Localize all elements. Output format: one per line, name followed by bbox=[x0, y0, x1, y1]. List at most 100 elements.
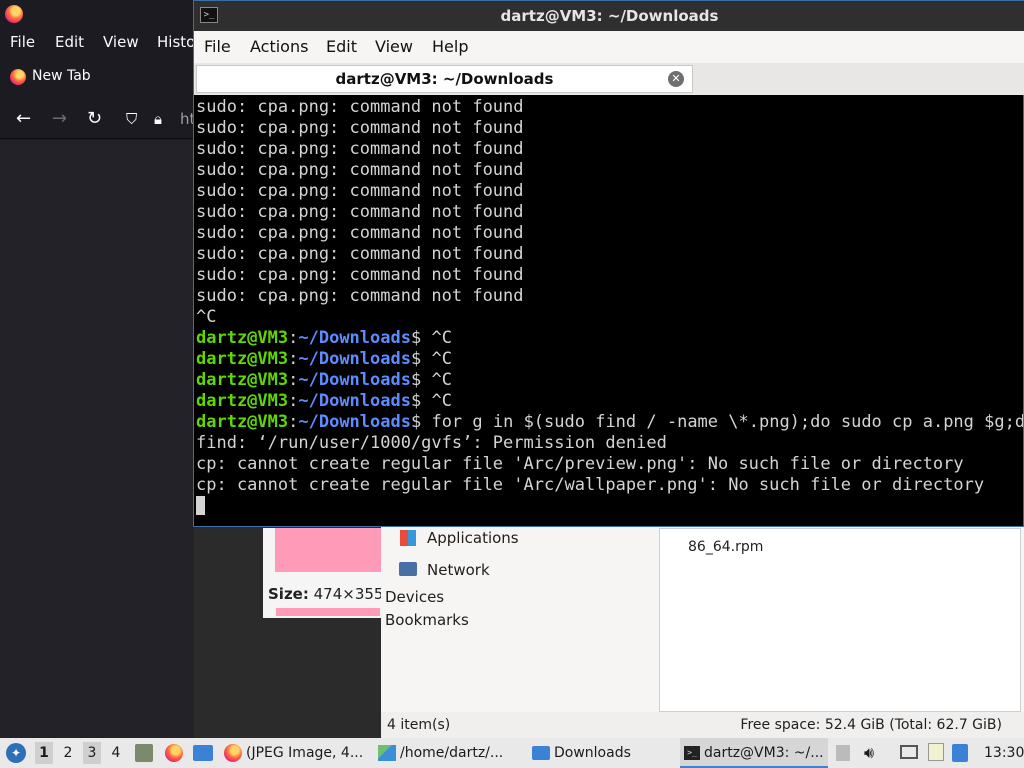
terminal-menu-file[interactable]: File bbox=[204, 37, 231, 56]
task-terminal[interactable]: >_ dartz@VM3: ~/... bbox=[680, 738, 828, 768]
network-tray-icon[interactable] bbox=[900, 745, 918, 759]
file-view: 86_64.rpm bbox=[659, 528, 1021, 712]
terminal-menu-edit[interactable]: Edit bbox=[326, 37, 357, 56]
firefox-menubar: File Edit View Histo bbox=[0, 28, 195, 56]
update-notifier-icon[interactable] bbox=[952, 744, 968, 762]
prompt-user: dartz@VM3 bbox=[196, 412, 289, 432]
prompt-command: ^C bbox=[431, 391, 452, 411]
firefox-task-icon bbox=[224, 744, 242, 762]
terminal-line: sudo: cpa.png: command not found bbox=[196, 244, 524, 264]
terminal-line: sudo: cpa.png: command not found bbox=[196, 181, 524, 201]
task-label: /home/dartz/... bbox=[400, 745, 504, 761]
file-item-label[interactable]: 86_64.rpm bbox=[688, 539, 763, 555]
image-viewer-task-icon bbox=[378, 745, 396, 761]
prompt-line: dartz@VM3:~/Downloads$ ^C bbox=[196, 391, 452, 411]
prompt-command: ^C bbox=[431, 328, 452, 348]
terminal-window: >_ dartz@VM3: ~/Downloads File Actions E… bbox=[193, 0, 1024, 527]
image-viewer-window: Size: 474×355 bbox=[263, 528, 383, 618]
prompt-line: dartz@VM3:~/Downloads$ ^C bbox=[196, 328, 452, 348]
clipboard-icon[interactable] bbox=[928, 743, 944, 761]
firefox-menu-view[interactable]: View bbox=[103, 33, 139, 51]
prompt-command: ^C bbox=[431, 370, 452, 390]
workspace-4[interactable]: 4 bbox=[107, 742, 125, 764]
prompt-path: ~/Downloads bbox=[298, 391, 411, 411]
terminal-line: ^C bbox=[196, 307, 217, 327]
prompt-user: dartz@VM3 bbox=[196, 391, 289, 411]
prompt-path: ~/Downloads bbox=[298, 412, 411, 432]
shield-icon[interactable]: ⛉ bbox=[126, 110, 137, 128]
prompt-path: ~/Downloads bbox=[298, 328, 411, 348]
image-preview-strip bbox=[276, 608, 380, 616]
terminal-menu-help[interactable]: Help bbox=[432, 37, 468, 56]
taskbar: ✦ 1 2 3 4 (JPEG Image, 4... /home/dartz/… bbox=[0, 738, 1024, 768]
terminal-menu-view[interactable]: View bbox=[375, 37, 413, 56]
image-preview bbox=[275, 528, 381, 572]
sidebar-section-bookmarks[interactable]: Bookmarks bbox=[385, 611, 469, 629]
terminal-line: sudo: cpa.png: command not found bbox=[196, 139, 524, 159]
task-label: Downloads bbox=[554, 745, 631, 761]
firefox-menu-edit[interactable]: Edit bbox=[55, 33, 84, 51]
terminal-menu-actions[interactable]: Actions bbox=[250, 37, 308, 56]
prompt-user: dartz@VM3 bbox=[196, 328, 289, 348]
cursor-line bbox=[196, 496, 1023, 517]
terminal-menubar: File Actions Edit View Help bbox=[194, 31, 1024, 63]
terminal-task-icon: >_ bbox=[684, 746, 700, 760]
prompt-line: dartz@VM3:~/Downloads$ ^C bbox=[196, 370, 452, 390]
image-size-label: Size: bbox=[268, 585, 309, 603]
terminal-line: sudo: cpa.png: command not found bbox=[196, 202, 524, 222]
file-manager-statusbar: 4 item(s) Free space: 52.4 GiB (Total: 6… bbox=[381, 712, 1024, 738]
terminal-tab-title: dartz@VM3: ~/Downloads bbox=[335, 70, 554, 88]
firefox-titlebar bbox=[0, 0, 194, 28]
network-icon bbox=[399, 562, 417, 576]
volume-icon[interactable]: 🔊︎ bbox=[864, 738, 874, 768]
firefox-menu-history[interactable]: Histo bbox=[157, 33, 195, 51]
firefox-logo-icon bbox=[5, 5, 23, 23]
firefox-menu-file[interactable]: File bbox=[10, 33, 35, 51]
terminal-line: find: ‘/run/user/1000/gvfs’: Permission … bbox=[196, 433, 667, 453]
close-tab-icon[interactable]: ✕ bbox=[668, 71, 684, 87]
firefox-launcher-icon[interactable] bbox=[165, 744, 183, 762]
image-size-info: Size: 474×355 bbox=[268, 585, 383, 603]
terminal-line: sudo: cpa.png: command not found bbox=[196, 223, 524, 243]
terminal-line: sudo: cpa.png: command not found bbox=[196, 286, 524, 306]
scroll-tray-icon[interactable] bbox=[836, 745, 850, 761]
sidebar-section-devices[interactable]: Devices bbox=[385, 588, 444, 606]
firefox-tab-new-tab[interactable]: New Tab bbox=[32, 68, 91, 84]
sidebar-item-applications[interactable]: Applications bbox=[427, 529, 519, 547]
prompt-user: dartz@VM3 bbox=[196, 370, 289, 390]
back-arrow-icon[interactable]: ← bbox=[16, 108, 31, 129]
terminal-window-title: dartz@VM3: ~/Downloads bbox=[500, 7, 719, 25]
prompt-line: dartz@VM3:~/Downloads$ for g in $(sudo f… bbox=[196, 412, 1023, 433]
workspace-3[interactable]: 3 bbox=[83, 742, 101, 764]
start-menu-icon[interactable]: ✦ bbox=[6, 743, 26, 763]
prompt-command: for g in $(sudo find / -name \*.png);do … bbox=[431, 412, 1023, 432]
reload-icon[interactable]: ↻ bbox=[87, 108, 102, 129]
firefox-window: File Edit View Histo New Tab ← → ↻ ⛉ 🔒︎ … bbox=[0, 0, 195, 738]
task-home-folder[interactable]: /home/dartz/... bbox=[378, 738, 524, 768]
lock-icon[interactable]: 🔒︎ bbox=[154, 110, 162, 128]
firefox-content-area bbox=[0, 140, 194, 738]
firefox-tab-icon bbox=[10, 69, 26, 85]
text-cursor bbox=[196, 496, 205, 515]
terminal-tab[interactable]: dartz@VM3: ~/Downloads ✕ bbox=[196, 65, 693, 93]
workspace-2[interactable]: 2 bbox=[59, 742, 77, 764]
task-downloads[interactable]: Downloads bbox=[532, 738, 672, 768]
workspace-1[interactable]: 1 bbox=[35, 742, 53, 764]
folder-icon bbox=[532, 746, 550, 760]
terminal-line: cp: cannot create regular file 'Arc/prev… bbox=[196, 454, 964, 474]
file-manager-launcher-icon[interactable] bbox=[135, 744, 153, 762]
task-label: (JPEG Image, 4... bbox=[246, 745, 364, 761]
prompt-user: dartz@VM3 bbox=[196, 349, 289, 369]
desktop-launcher-icon[interactable] bbox=[193, 745, 213, 761]
terminal-output[interactable]: sudo: cpa.png: command not found sudo: c… bbox=[196, 97, 1023, 524]
terminal-line: cp: cannot create regular file 'Arc/wall… bbox=[196, 475, 985, 495]
image-size-value: 474×355 bbox=[313, 585, 384, 603]
prompt-path: ~/Downloads bbox=[298, 349, 411, 369]
task-jpeg-image[interactable]: (JPEG Image, 4... bbox=[224, 738, 370, 768]
clock[interactable]: 13:30 bbox=[984, 738, 1024, 768]
forward-arrow-icon[interactable]: → bbox=[52, 108, 67, 129]
status-free-space: Free space: 52.4 GiB (Total: 62.7 GiB) bbox=[740, 717, 1002, 733]
status-item-count: 4 item(s) bbox=[387, 717, 451, 733]
terminal-line: sudo: cpa.png: command not found bbox=[196, 160, 524, 180]
sidebar-item-network[interactable]: Network bbox=[427, 561, 490, 579]
